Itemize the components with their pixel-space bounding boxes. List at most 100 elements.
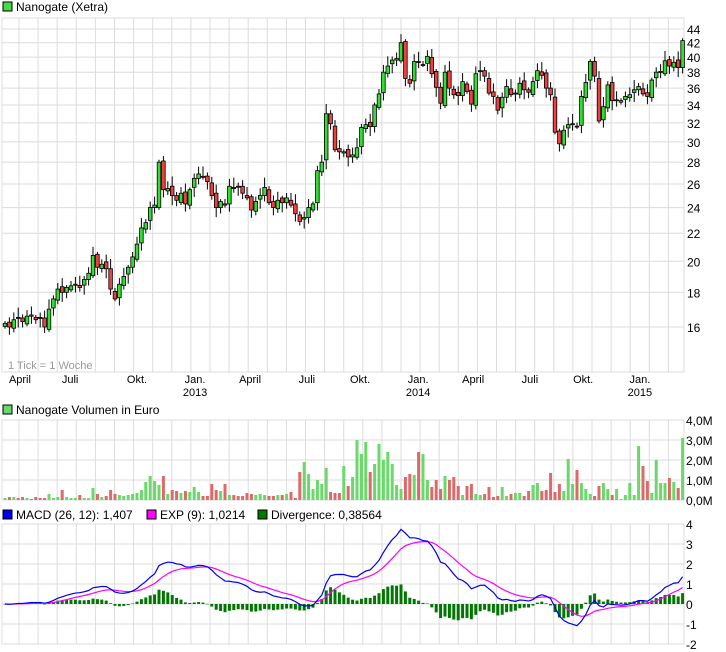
- candle-body: [169, 185, 175, 196]
- volume-bar: [78, 495, 82, 500]
- volume-bar: [236, 496, 240, 500]
- volume-bar: [148, 476, 152, 500]
- candle-body: [544, 72, 549, 89]
- volume-bar: [518, 493, 522, 500]
- volume-bar: [232, 495, 236, 500]
- divergence-bar: [227, 604, 231, 611]
- volume-bar: [197, 492, 201, 500]
- divergence-bar: [219, 604, 223, 612]
- candle-body: [143, 222, 148, 230]
- divergence-bar: [43, 604, 47, 605]
- candle-body: [46, 308, 52, 330]
- divergence-legend-swatch: [257, 509, 268, 520]
- volume-bar: [324, 468, 328, 500]
- candle-body: [557, 130, 562, 145]
- volume-bar: [522, 496, 526, 500]
- candle-body: [152, 204, 157, 208]
- volume-bar: [179, 493, 183, 500]
- candle-body: [486, 78, 492, 94]
- divergence-bar: [307, 604, 311, 610]
- divergence-bar: [95, 599, 99, 604]
- candle-body: [235, 185, 241, 188]
- divergence-bar: [540, 601, 544, 604]
- price-chart-title: Nanogate (Xetra): [16, 0, 108, 14]
- volume-bar: [390, 464, 394, 500]
- price-tick-label: 18: [687, 286, 701, 300]
- divergence-bar: [377, 593, 381, 604]
- volume-bar: [562, 491, 566, 500]
- x-tick-label: April: [9, 374, 31, 386]
- volume-bar: [223, 484, 227, 500]
- divergence-bar: [535, 602, 539, 604]
- candle-body: [15, 316, 21, 319]
- volume-bar: [593, 496, 597, 500]
- divergence-bar: [232, 604, 236, 611]
- volume-bar: [368, 472, 372, 500]
- candle-body: [407, 79, 412, 84]
- volume-bar: [161, 476, 165, 500]
- volume-bar: [126, 495, 130, 500]
- divergence-bar: [430, 604, 434, 608]
- candle-body: [121, 275, 126, 286]
- divergence-bar: [315, 602, 319, 604]
- volume-bar: [377, 444, 381, 500]
- divergence-bar: [197, 602, 201, 604]
- divergence-bar: [443, 604, 447, 617]
- divergence-bar: [491, 604, 495, 613]
- volume-bar: [157, 485, 161, 500]
- candle-body: [561, 129, 566, 146]
- candle-body: [389, 59, 395, 65]
- divergence-bar: [289, 604, 293, 609]
- volume-bar: [263, 495, 267, 500]
- volume-bar: [214, 490, 218, 500]
- volume-bar: [82, 498, 86, 500]
- volume-bar: [399, 489, 403, 500]
- divergence-bar: [126, 604, 130, 605]
- candle-body: [117, 283, 122, 299]
- volume-bar: [170, 490, 174, 500]
- divergence-bar: [258, 604, 262, 611]
- candle-body: [20, 317, 25, 322]
- divergence-bar: [544, 603, 548, 604]
- divergence-bar: [456, 604, 460, 621]
- volume-bar: [386, 452, 390, 500]
- divergence-bar: [236, 604, 240, 610]
- volume-bar: [298, 472, 302, 500]
- candle-body: [596, 78, 602, 122]
- divergence-bar: [549, 604, 553, 606]
- divergence-bar: [434, 604, 438, 613]
- volume-tick-label: 1,0M: [686, 474, 713, 488]
- volume-bar: [641, 466, 645, 500]
- volume-bar: [245, 493, 249, 500]
- divergence-bar: [584, 602, 588, 604]
- candle-body: [491, 91, 496, 97]
- candle-body: [535, 70, 540, 81]
- divergence-bar: [214, 604, 218, 610]
- candle-body: [517, 82, 522, 95]
- volume-bar: [25, 498, 29, 500]
- candle-body: [134, 243, 140, 260]
- volume-bar: [100, 497, 104, 500]
- divergence-bar: [113, 604, 117, 606]
- candle-body: [297, 214, 302, 222]
- candle-body: [455, 91, 461, 96]
- candle-body: [367, 121, 373, 127]
- price-tick-label: 34: [687, 99, 701, 113]
- candle-body: [680, 40, 685, 68]
- volume-bar: [588, 494, 592, 500]
- candle-body: [213, 192, 219, 208]
- volume-bar: [249, 494, 253, 500]
- price-tick-label: 38: [687, 66, 701, 80]
- x-tick-label: Juli: [299, 374, 316, 386]
- candle-body: [425, 55, 430, 64]
- volume-bar: [201, 496, 205, 500]
- divergence-bar: [87, 600, 91, 604]
- divergence-bar: [368, 597, 372, 604]
- candle-body: [513, 92, 518, 95]
- candle-body: [328, 113, 333, 125]
- candle-body: [548, 87, 553, 96]
- divergence-bar: [381, 589, 385, 604]
- volume-bar: [56, 497, 60, 500]
- volume-bar: [7, 497, 11, 500]
- candle-body: [222, 203, 228, 206]
